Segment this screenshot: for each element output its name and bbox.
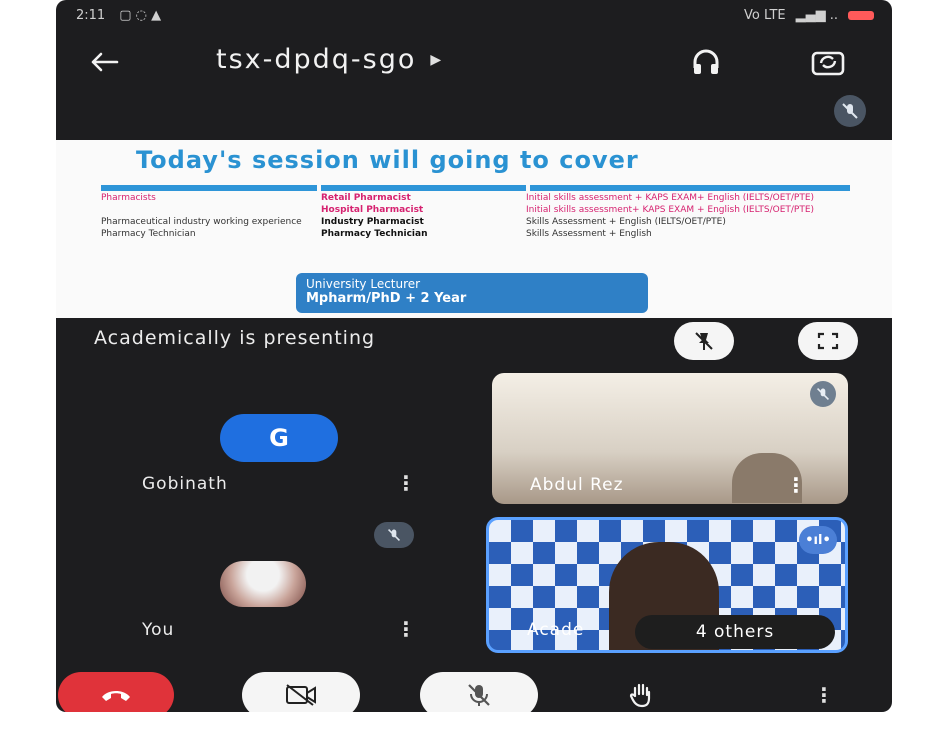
meet-screen: 2:11 ▢ ◌ ▲ Vo LTE ▂▄▆ .. tsx-dpdq-sgo ▶ xyxy=(56,0,892,712)
avatar-initial: G xyxy=(269,424,289,452)
status-bar: 2:11 ▢ ◌ ▲ Vo LTE ▂▄▆ .. xyxy=(56,8,892,28)
top-bar: tsx-dpdq-sgo ▶ xyxy=(56,38,892,86)
slide-cell: Pharmacists xyxy=(101,193,156,203)
slide-cell: Hospital Pharmacist xyxy=(321,205,424,215)
signal-text: Vo LTE xyxy=(744,8,786,23)
mic-off-icon xyxy=(842,103,858,119)
participant-name: You xyxy=(142,620,175,640)
audio-output-button[interactable] xyxy=(686,44,726,80)
presented-slide: Today's session will going to cover Phar… xyxy=(56,140,892,318)
popup-line: University Lecturer xyxy=(306,277,421,291)
switch-camera-button[interactable] xyxy=(806,44,850,80)
others-count-badge[interactable]: 4 others xyxy=(635,615,835,649)
slide-row: Hospital Pharmacist Initial skills asses… xyxy=(101,205,851,215)
slide-popup: University Lecturer Mpharm/PhD + 2 Year xyxy=(296,273,648,313)
participant-name: Acade xyxy=(527,620,585,640)
end-call-icon xyxy=(102,691,130,701)
mic-off-icon xyxy=(388,529,400,541)
participant-menu-button[interactable]: ⋮ xyxy=(396,617,416,641)
fullscreen-icon xyxy=(817,332,839,350)
mic-toggle-button[interactable] xyxy=(420,672,538,712)
caret-right-icon: ▶ xyxy=(430,51,444,68)
more-vert-icon: ⋮ xyxy=(396,471,416,495)
slide-cell: Initial skills assessment+ KAPS EXAM + E… xyxy=(526,205,815,215)
avatar xyxy=(220,561,306,607)
slide-cell xyxy=(101,205,321,215)
slide-row: Pharmaceutical industry working experien… xyxy=(101,217,851,227)
presenter-muted-indicator xyxy=(834,95,866,127)
slide-row: Pharmacy Technician Pharmacy Technician … xyxy=(101,229,851,239)
participant-name: Abdul Rez xyxy=(530,475,624,495)
notification-icon: ▢ ◌ ▲ xyxy=(119,8,162,23)
meeting-code-text: tsx-dpdq-sgo xyxy=(216,44,417,75)
back-arrow-icon xyxy=(91,52,119,72)
slide-cell: Skills Assessment + English (IELTS/OET/P… xyxy=(526,217,726,227)
slide-row: Pharmacists Retail Pharmacist Initial sk… xyxy=(101,193,851,203)
slide-cell: Initial skills assessment + KAPS EXAM+ E… xyxy=(526,193,815,203)
slide-table-header xyxy=(101,185,851,191)
unpin-button[interactable] xyxy=(674,322,734,360)
participant-name: Gobinath xyxy=(142,474,228,494)
muted-indicator xyxy=(810,381,836,407)
more-vert-icon: ⋮ xyxy=(814,683,834,707)
fullscreen-button[interactable] xyxy=(798,322,858,360)
muted-indicator xyxy=(374,522,414,548)
raise-hand-icon xyxy=(629,683,651,708)
slide-cell: Pharmacy Technician xyxy=(101,229,196,239)
end-call-button[interactable] xyxy=(58,672,174,712)
popup-line: Mpharm/PhD + 2 Year xyxy=(306,291,467,306)
more-options-button[interactable]: ⋮ xyxy=(804,672,844,712)
slide-cell: Pharmacy Technician xyxy=(321,229,428,239)
participant-tile-academically[interactable]: •ıl• Acade 4 others xyxy=(486,517,848,653)
meeting-code[interactable]: tsx-dpdq-sgo ▶ xyxy=(216,44,443,75)
camera-toggle-button[interactable] xyxy=(242,672,360,712)
participant-menu-button[interactable]: ⋮ xyxy=(786,473,806,497)
camera-off-icon xyxy=(286,684,316,706)
raise-hand-button[interactable] xyxy=(612,672,672,712)
pin-off-icon xyxy=(695,332,713,350)
slide-cell: Retail Pharmacist xyxy=(321,193,411,203)
headphones-icon xyxy=(693,49,719,74)
mic-off-icon xyxy=(468,684,490,706)
participant-tile-abdul[interactable]: Abdul Rez ⋮ xyxy=(492,373,848,504)
signal-icon: ▂▄▆ .. xyxy=(795,8,838,23)
back-button[interactable] xyxy=(84,46,124,78)
speaking-indicator-icon: •ıl• xyxy=(799,526,837,554)
mic-off-icon xyxy=(817,388,829,400)
slide-cell: Skills Assessment + English xyxy=(526,229,652,239)
status-time: 2:11 xyxy=(76,8,106,23)
slide-cell: Industry Pharmacist xyxy=(321,217,424,227)
slide-title: Today's session will going to cover xyxy=(136,146,639,174)
presenting-label: Academically is presenting xyxy=(94,327,376,349)
others-count-text: 4 others xyxy=(695,622,775,642)
more-vert-icon: ⋮ xyxy=(396,617,416,641)
slide-table: Pharmacists Retail Pharmacist Initial sk… xyxy=(101,185,851,239)
battery-icon xyxy=(848,11,874,20)
slide-cell: Pharmaceutical industry working experien… xyxy=(101,217,302,227)
avatar: G xyxy=(220,414,338,462)
more-vert-icon: ⋮ xyxy=(786,473,806,497)
switch-camera-icon xyxy=(811,51,845,76)
participant-menu-button[interactable]: ⋮ xyxy=(396,471,416,495)
